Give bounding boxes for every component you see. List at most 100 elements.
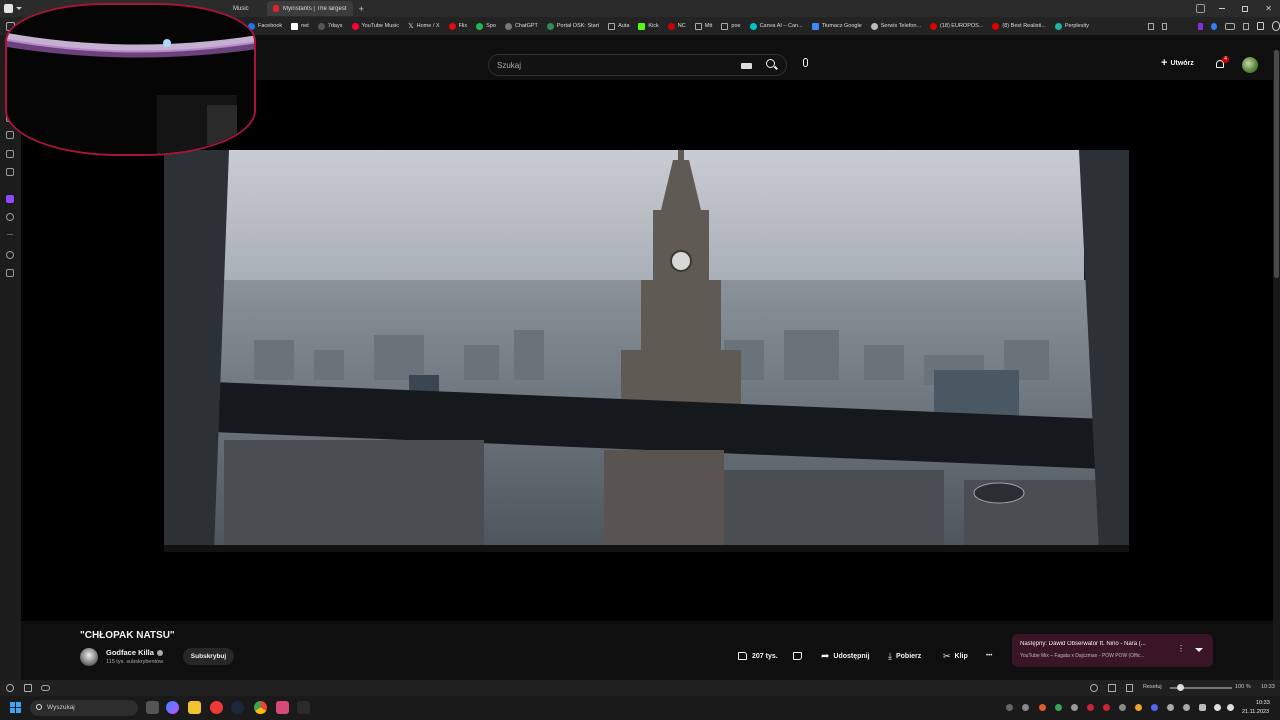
next-up-menu-icon[interactable]: ⋮ <box>1177 644 1185 653</box>
maximize-icon[interactable] <box>1242 5 1249 12</box>
twitch-icon[interactable] <box>6 195 14 203</box>
wallet-icon[interactable] <box>1242 22 1249 30</box>
bookmark-auta[interactable]: Auta <box>608 22 629 30</box>
tray-icon[interactable] <box>1039 704 1046 711</box>
bookmark-nc[interactable]: NC <box>667 22 686 30</box>
vivaldi-icon[interactable] <box>210 701 223 714</box>
sound-icon[interactable] <box>1211 22 1217 30</box>
tray-icon[interactable] <box>1167 704 1174 711</box>
bookmark-serwis[interactable]: Serwis Telefon... <box>870 22 921 30</box>
profile-icon[interactable] <box>1271 21 1280 31</box>
bookmark-7days[interactable]: 7days <box>317 22 343 30</box>
bookmark-facebook[interactable]: Facebook <box>248 22 282 30</box>
bookmark-europos[interactable]: (18) EUROPOS... <box>930 22 983 30</box>
taskbar-date[interactable]: 21.11.2023 <box>1242 709 1269 715</box>
panel-icon[interactable] <box>24 684 32 692</box>
bookmark-best-realisti[interactable]: (8) Best Realisti... <box>992 22 1046 30</box>
tray-icon[interactable] <box>1183 704 1190 711</box>
channel-name[interactable]: Godface Killa <box>106 648 163 657</box>
bookmark-spo[interactable]: Spo <box>476 22 496 30</box>
bookmark-x[interactable]: 𝕏 Home / X <box>408 22 440 30</box>
sidebar-item-icon[interactable] <box>6 213 14 221</box>
vpn-badge-icon[interactable] <box>1224 22 1235 30</box>
tab-myinstants[interactable]: Myinstants | The largest in <box>266 1 353 16</box>
tray-icon[interactable] <box>1135 704 1142 711</box>
microphone-icon[interactable] <box>1199 704 1206 711</box>
subscribe-button[interactable]: Subskrybuj <box>183 648 234 665</box>
tray-icon[interactable] <box>1022 704 1029 711</box>
windows-start-icon[interactable] <box>10 702 21 713</box>
dislike-button[interactable] <box>793 649 802 663</box>
sidebar-item-icon[interactable] <box>6 131 14 139</box>
wifi-icon[interactable] <box>1214 704 1221 711</box>
tray-icon[interactable] <box>1103 704 1110 711</box>
bookmark-poe[interactable]: poe <box>721 22 741 30</box>
like-button[interactable]: 207 tys. <box>738 649 778 663</box>
scrollbar-thumb[interactable] <box>1274 50 1279 278</box>
bookmark-chatgpt[interactable]: ChatGPT <box>504 22 538 30</box>
chevron-down-icon[interactable] <box>16 7 22 10</box>
task-view-icon[interactable] <box>146 701 159 714</box>
avatar[interactable] <box>1242 57 1258 73</box>
tray-icon[interactable] <box>1071 704 1078 711</box>
new-tab-icon[interactable]: + <box>359 4 364 14</box>
next-up-card[interactable]: Następny: Dawid Obserwator ft. Nino - Na… <box>1012 634 1213 667</box>
keyboard-icon[interactable] <box>741 63 752 69</box>
channel-avatar[interactable] <box>80 648 98 666</box>
sidebar-item-icon[interactable] <box>6 168 14 176</box>
bookmark-perplexity[interactable]: Perplexity <box>1054 22 1089 30</box>
taskbar-search[interactable]: Wyszukaj <box>30 700 138 716</box>
close-icon[interactable]: ✕ <box>1265 4 1272 13</box>
sidebar-add-icon[interactable] <box>6 269 14 277</box>
tray-icon[interactable] <box>1055 704 1062 711</box>
tray-icon[interactable] <box>1087 704 1094 711</box>
reader-icon[interactable] <box>1126 684 1133 692</box>
search-input[interactable] <box>497 59 727 72</box>
chevron-down-icon[interactable] <box>1195 648 1203 652</box>
bookmark-mtt[interactable]: Mtt <box>694 22 712 30</box>
sidebar-item-icon[interactable] <box>6 251 14 259</box>
taskbar-time[interactable]: 10:33 <box>1256 700 1270 706</box>
bookmark-flix[interactable]: Flix <box>448 22 467 30</box>
cloud-icon[interactable] <box>41 685 50 691</box>
download-button[interactable]: ⤓ Pobierz <box>888 649 921 663</box>
bookmark-portal-osk[interactable]: Portal OSK: Start <box>546 22 599 30</box>
bookmark-icon[interactable] <box>1162 22 1168 30</box>
tray-icon[interactable] <box>1119 704 1126 711</box>
bookmark-canva[interactable]: Canva AI – Can... <box>749 22 803 30</box>
bookmark-kick[interactable]: Kick <box>638 22 659 30</box>
screenshot-icon[interactable] <box>1148 22 1154 30</box>
zoom-reset-button[interactable]: Resetuj <box>1143 684 1162 690</box>
bookmark-net[interactable]: net <box>291 22 309 30</box>
tray-icon[interactable] <box>1151 704 1158 711</box>
pen-app-icon[interactable] <box>297 701 310 714</box>
tray-icon[interactable] <box>1006 704 1013 711</box>
search-box[interactable] <box>488 54 787 76</box>
more-actions-button[interactable]: ••• <box>986 649 992 663</box>
capture-icon[interactable] <box>1090 684 1098 692</box>
calendar-icon[interactable] <box>1256 22 1264 30</box>
window-icon[interactable] <box>1108 684 1116 692</box>
copilot-icon[interactable] <box>166 701 179 714</box>
clip-button[interactable]: ✂ Klip <box>943 649 968 663</box>
file-explorer-icon[interactable] <box>188 701 201 714</box>
microphone-icon[interactable] <box>803 58 808 67</box>
extension-icon[interactable] <box>1197 22 1204 30</box>
steam-icon[interactable] <box>231 701 244 714</box>
share-button[interactable]: ➦ Udostępnij <box>821 649 870 663</box>
settings-icon[interactable] <box>6 684 14 692</box>
minimize-icon[interactable] <box>1219 8 1226 9</box>
app-icon[interactable] <box>276 701 289 714</box>
bookmark-youtube-music[interactable]: YouTube Music <box>351 22 399 30</box>
volume-icon[interactable] <box>1227 704 1234 711</box>
tabs-dropdown-icon[interactable] <box>1196 4 1206 13</box>
zoom-slider-thumb[interactable] <box>1177 684 1184 691</box>
bookmark-tlumacz[interactable]: Tłumacz Google <box>811 22 862 30</box>
chrome-icon[interactable] <box>254 701 267 714</box>
page-scrollbar[interactable] <box>1273 50 1280 680</box>
browser-logo-icon[interactable] <box>4 4 13 13</box>
sidebar-item-icon[interactable] <box>6 150 14 158</box>
video-player[interactable] <box>21 80 1273 621</box>
tab-music[interactable]: Music <box>227 1 255 16</box>
create-button[interactable]: + Utwórz <box>1161 58 1194 69</box>
